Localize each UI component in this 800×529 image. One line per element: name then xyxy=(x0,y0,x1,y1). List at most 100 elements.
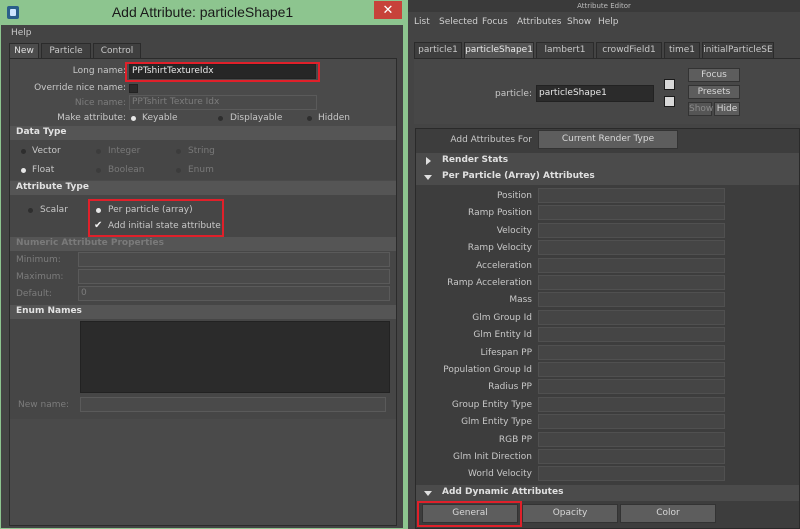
add-dynamic-section[interactable]: Add Dynamic Attributes xyxy=(416,485,799,501)
attribute-type-highlight xyxy=(88,199,224,237)
float-radio[interactable] xyxy=(21,168,26,173)
numeric-properties-body: Minimum: Maximum: Default: 0 xyxy=(10,251,396,305)
attribute-label: Group Entity Type xyxy=(451,399,532,410)
tab-time1[interactable]: time1 xyxy=(664,42,700,58)
close-button[interactable]: ✕ xyxy=(374,1,402,19)
attribute-label: Ramp Acceleration xyxy=(447,278,532,288)
current-render-type-button[interactable]: Current Render Type xyxy=(538,130,678,149)
add-dynamic-label: Add Dynamic Attributes xyxy=(442,487,564,497)
attribute-label: Radius PP xyxy=(488,382,532,393)
enum-radio[interactable] xyxy=(176,168,181,173)
attribute-label: Glm Group Id xyxy=(472,312,532,323)
data-type-heading[interactable]: Data Type xyxy=(10,126,396,140)
tab-particle1[interactable]: particle1 xyxy=(414,42,462,58)
new-name-input[interactable] xyxy=(80,397,386,412)
override-nice-name-checkbox[interactable] xyxy=(129,84,138,93)
attribute-value-field[interactable] xyxy=(538,466,725,482)
attribute-label: Glm Init Direction xyxy=(452,452,532,462)
hide-button[interactable]: Hide xyxy=(714,102,740,116)
menu-help[interactable]: Help xyxy=(598,17,619,27)
maximum-label: Maximum: xyxy=(16,272,64,282)
attribute-value-field[interactable] xyxy=(538,362,725,377)
attribute-value-field[interactable] xyxy=(538,396,725,412)
go-to-output-icon[interactable] xyxy=(664,96,675,107)
menu-attributes[interactable]: Attributes xyxy=(517,17,561,27)
attribute-label: RGB PP xyxy=(498,434,532,445)
color-button[interactable]: Color xyxy=(620,504,716,523)
attribute-value-field[interactable] xyxy=(538,414,725,430)
displayable-radio[interactable] xyxy=(218,116,223,121)
attribute-value-field[interactable] xyxy=(538,431,725,447)
vector-radio[interactable] xyxy=(21,149,26,154)
expanded-arrow-icon xyxy=(424,491,432,496)
integer-label: Integer xyxy=(108,146,141,156)
tab-initialparticlese[interactable]: initialParticleSE xyxy=(702,42,774,58)
menu-bar: Help xyxy=(1,25,403,41)
keyable-radio[interactable] xyxy=(131,116,136,121)
tab-new[interactable]: New xyxy=(9,43,39,59)
boolean-radio[interactable] xyxy=(96,168,101,173)
attribute-type-heading[interactable]: Attribute Type xyxy=(10,181,396,195)
attribute-value-field[interactable] xyxy=(538,344,725,360)
attribute-value-field[interactable] xyxy=(538,222,725,238)
enum-names-body: New name: xyxy=(10,319,396,419)
enum-names-list[interactable] xyxy=(80,321,390,393)
hidden-label: Hidden xyxy=(318,113,350,123)
attribute-value-field[interactable] xyxy=(538,292,725,308)
tab-crowdfield1[interactable]: crowdField1 xyxy=(596,42,662,58)
expanded-arrow-icon xyxy=(424,175,432,180)
attribute-value-field[interactable] xyxy=(538,327,725,343)
menu-focus[interactable]: Focus xyxy=(482,17,508,27)
attribute-value-field[interactable] xyxy=(538,275,725,290)
attribute-value-field[interactable] xyxy=(538,240,725,256)
show-button[interactable]: Show xyxy=(688,102,713,116)
numeric-properties-heading[interactable]: Numeric Attribute Properties xyxy=(10,237,396,251)
string-radio[interactable] xyxy=(176,149,181,154)
enum-label: Enum xyxy=(188,165,214,175)
integer-radio[interactable] xyxy=(96,149,101,154)
attribute-value-field[interactable] xyxy=(538,309,725,325)
nice-name-input[interactable]: PPTshirt Texture Idx xyxy=(129,95,317,110)
attribute-editor-menu: List Selected Focus Attributes Show Help xyxy=(408,12,800,32)
opacity-button[interactable]: Opacity xyxy=(522,504,618,523)
default-input[interactable]: 0 xyxy=(78,286,390,301)
general-button-highlight xyxy=(417,501,522,527)
tab-lambert1[interactable]: lambert1 xyxy=(536,42,594,58)
menu-list[interactable]: List xyxy=(414,17,430,27)
title-bar[interactable]: Add Attribute: particleShape1 ✕ xyxy=(1,1,404,25)
attribute-value-field[interactable] xyxy=(538,257,725,273)
render-stats-section[interactable]: Render Stats xyxy=(416,153,799,169)
focus-button[interactable]: Focus xyxy=(688,68,740,82)
new-attribute-panel: Long name: PPTshirtTextureIdx Override n… xyxy=(9,58,397,526)
nice-name-label: Nice name: xyxy=(74,98,126,108)
attribute-editor-title: Attribute Editor xyxy=(408,0,800,12)
presets-button[interactable]: Presets xyxy=(688,85,740,99)
attribute-value-field[interactable] xyxy=(538,188,725,203)
collapsed-arrow-icon xyxy=(426,157,431,165)
tab-particleshape1[interactable]: particleShape1 xyxy=(464,42,534,58)
scalar-radio[interactable] xyxy=(28,208,33,213)
displayable-label: Displayable xyxy=(230,113,283,123)
attribute-value-field[interactable] xyxy=(538,379,725,395)
per-particle-label: Per Particle (Array) Attributes xyxy=(442,171,595,181)
minimum-input[interactable] xyxy=(78,252,390,267)
attribute-label: Glm Entity Type xyxy=(461,417,532,428)
maximum-input[interactable] xyxy=(78,269,390,284)
menu-selected[interactable]: Selected xyxy=(439,17,478,27)
attribute-value-field[interactable] xyxy=(538,449,725,464)
select-node-icon[interactable] xyxy=(664,79,675,90)
hidden-radio[interactable] xyxy=(307,116,312,121)
node-tabs: particle1 particleShape1 lambert1 crowdF… xyxy=(414,42,800,58)
enum-names-heading[interactable]: Enum Names xyxy=(10,305,396,319)
tab-control[interactable]: Control xyxy=(93,43,141,59)
data-type-body: Vector Integer String Float Boolean Enum xyxy=(10,140,396,180)
tab-particle[interactable]: Particle xyxy=(41,43,91,59)
attribute-value-field[interactable] xyxy=(538,205,725,221)
attribute-label: Position xyxy=(496,191,532,201)
per-particle-section[interactable]: Per Particle (Array) Attributes xyxy=(416,169,799,185)
window-title: Add Attribute: particleShape1 xyxy=(111,4,294,20)
particle-name-input[interactable]: particleShape1 xyxy=(536,85,654,102)
menu-help[interactable]: Help xyxy=(11,28,32,38)
add-attribute-window: Add Attribute: particleShape1 ✕ Help New… xyxy=(0,0,404,529)
menu-show[interactable]: Show xyxy=(567,17,591,27)
